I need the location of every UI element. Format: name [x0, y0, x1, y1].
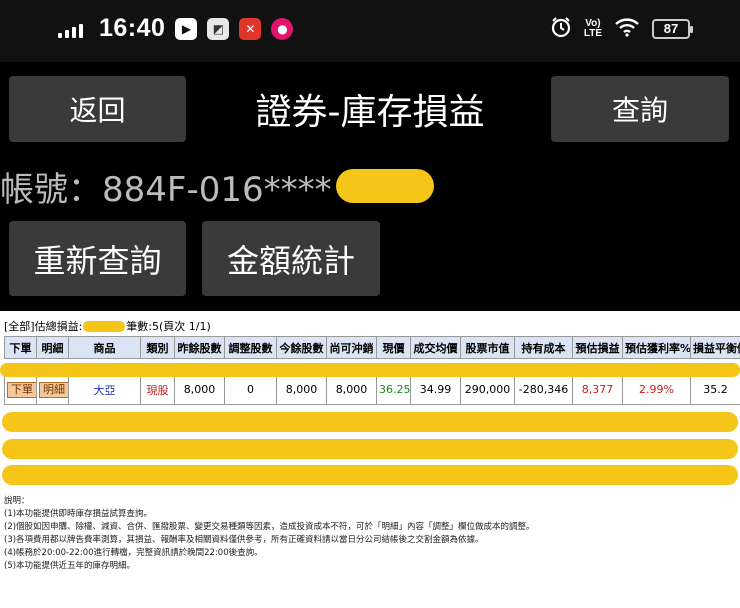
adjust-shares-cell: 0 — [224, 374, 277, 405]
note-line: (5)本功能提供近五年的庫存明細。 — [4, 561, 136, 571]
today-shares-cell: 8,000 — [276, 374, 327, 405]
summary-suffix: 筆數:5(頁次 1/1) — [126, 320, 211, 333]
signal-icon — [58, 20, 83, 38]
offsettable-cell: 8,000 — [326, 374, 377, 405]
avg-price-cell: 34.99 — [410, 374, 461, 405]
summary-prefix: [全部]估總損益: — [4, 320, 83, 333]
account-label: 帳號：884F-016**** — [0, 169, 332, 210]
redaction-mark — [335, 169, 434, 203]
column-header: 預估損益 — [572, 336, 623, 359]
column-header: 股票市值 — [460, 336, 515, 359]
column-header: 下單 — [4, 336, 37, 359]
redaction-mark — [83, 320, 126, 332]
redaction-mark — [0, 363, 740, 377]
wifi-icon — [614, 17, 640, 41]
est-rate-cell: 2.99% — [622, 374, 691, 405]
note-line: (1)本功能提供即時庫存損益試算查詢。 — [4, 509, 153, 519]
product-link[interactable]: 大亞 — [68, 374, 141, 405]
redaction-mark — [2, 412, 738, 432]
amount-statistics-button[interactable]: 金額統計 — [202, 221, 380, 296]
table-row: 下單 明細 大亞 現股 8,000 0 8,000 8,000 36.25 34… — [4, 374, 740, 405]
back-button[interactable]: 返回 — [9, 76, 186, 142]
price-cell: 36.25 — [376, 374, 411, 405]
notes-title: 說明： — [4, 496, 30, 506]
note-line: (2)個股如因申購、除權、減資、合併、匯撥股票、變更交易種類等因素，造成投資成本… — [4, 522, 535, 532]
column-header: 預估獲利率% — [622, 336, 691, 359]
note-line: (4)帳務於20:00-22:00進行轉檔，完整資訊請於晚間22:00後查詢。 — [4, 548, 263, 558]
cost-cell: -280,346 — [514, 374, 573, 405]
column-header: 尚可沖銷 — [326, 336, 377, 359]
inventory-report: [全部]估總損益: 筆數:5(頁次 1/1) 下單 明細 商品 類別 昨餘股數 … — [0, 311, 740, 608]
youtube-icon: ▶ — [175, 17, 198, 40]
detail-button[interactable]: 明細 — [39, 381, 68, 398]
column-header: 現價 — [376, 336, 411, 359]
account-number: 帳號：884F-016**** — [0, 158, 434, 214]
alarm-icon — [550, 16, 572, 42]
status-bar: 16:40 ▶ ◩ ✕ ● Vo) LTE 87 — [0, 0, 740, 62]
column-header: 調整股數 — [224, 336, 277, 359]
prev-shares-cell: 8,000 — [174, 374, 225, 405]
column-header: 明細 — [36, 336, 69, 359]
column-header: 昨餘股數 — [174, 336, 225, 359]
note-line: (3)各項費用都以牌告費率測算，其損益、報酬率及相關資料僅供參考，所有正確資料請… — [4, 535, 484, 545]
panda-icon: ● — [271, 17, 294, 40]
market-value-cell: 290,000 — [460, 374, 515, 405]
column-header: 商品 — [68, 336, 141, 359]
column-header: 類別 — [140, 336, 175, 359]
notes-section: 說明： (1)本功能提供即時庫存損益試算查詢。 (2)個股如因申購、除權、減資、… — [4, 495, 535, 573]
category-cell: 現股 — [140, 374, 175, 405]
battery-icon: 87 — [652, 19, 693, 39]
order-cell: 下單 — [4, 374, 37, 405]
order-button[interactable]: 下單 — [7, 381, 36, 398]
column-header: 今餘股數 — [276, 336, 327, 359]
detail-cell: 明細 — [36, 374, 69, 405]
volte-icon: Vo) LTE — [583, 18, 602, 39]
query-button[interactable]: 查詢 — [551, 76, 729, 142]
redaction-mark — [2, 465, 738, 485]
close-app-icon: ✕ — [239, 17, 262, 40]
column-header: 持有成本 — [514, 336, 573, 359]
maps-icon: ◩ — [207, 17, 230, 40]
redaction-mark — [2, 439, 738, 459]
est-pl-cell: 8,377 — [572, 374, 623, 405]
page-title: 證券-庫存損益 — [255, 92, 485, 133]
table-header-row: 下單 明細 商品 類別 昨餘股數 調整股數 今餘股數 尚可沖銷 現價 成交均價 … — [4, 336, 740, 359]
column-header: 損益平衡價 — [690, 336, 740, 359]
requery-button[interactable]: 重新查詢 — [9, 221, 186, 296]
breakeven-cell: 35.2 — [690, 374, 740, 405]
summary-line: [全部]估總損益: 筆數:5(頁次 1/1) — [4, 318, 211, 334]
status-time: 16:40 — [99, 14, 166, 42]
column-header: 成交均價 — [410, 336, 461, 359]
